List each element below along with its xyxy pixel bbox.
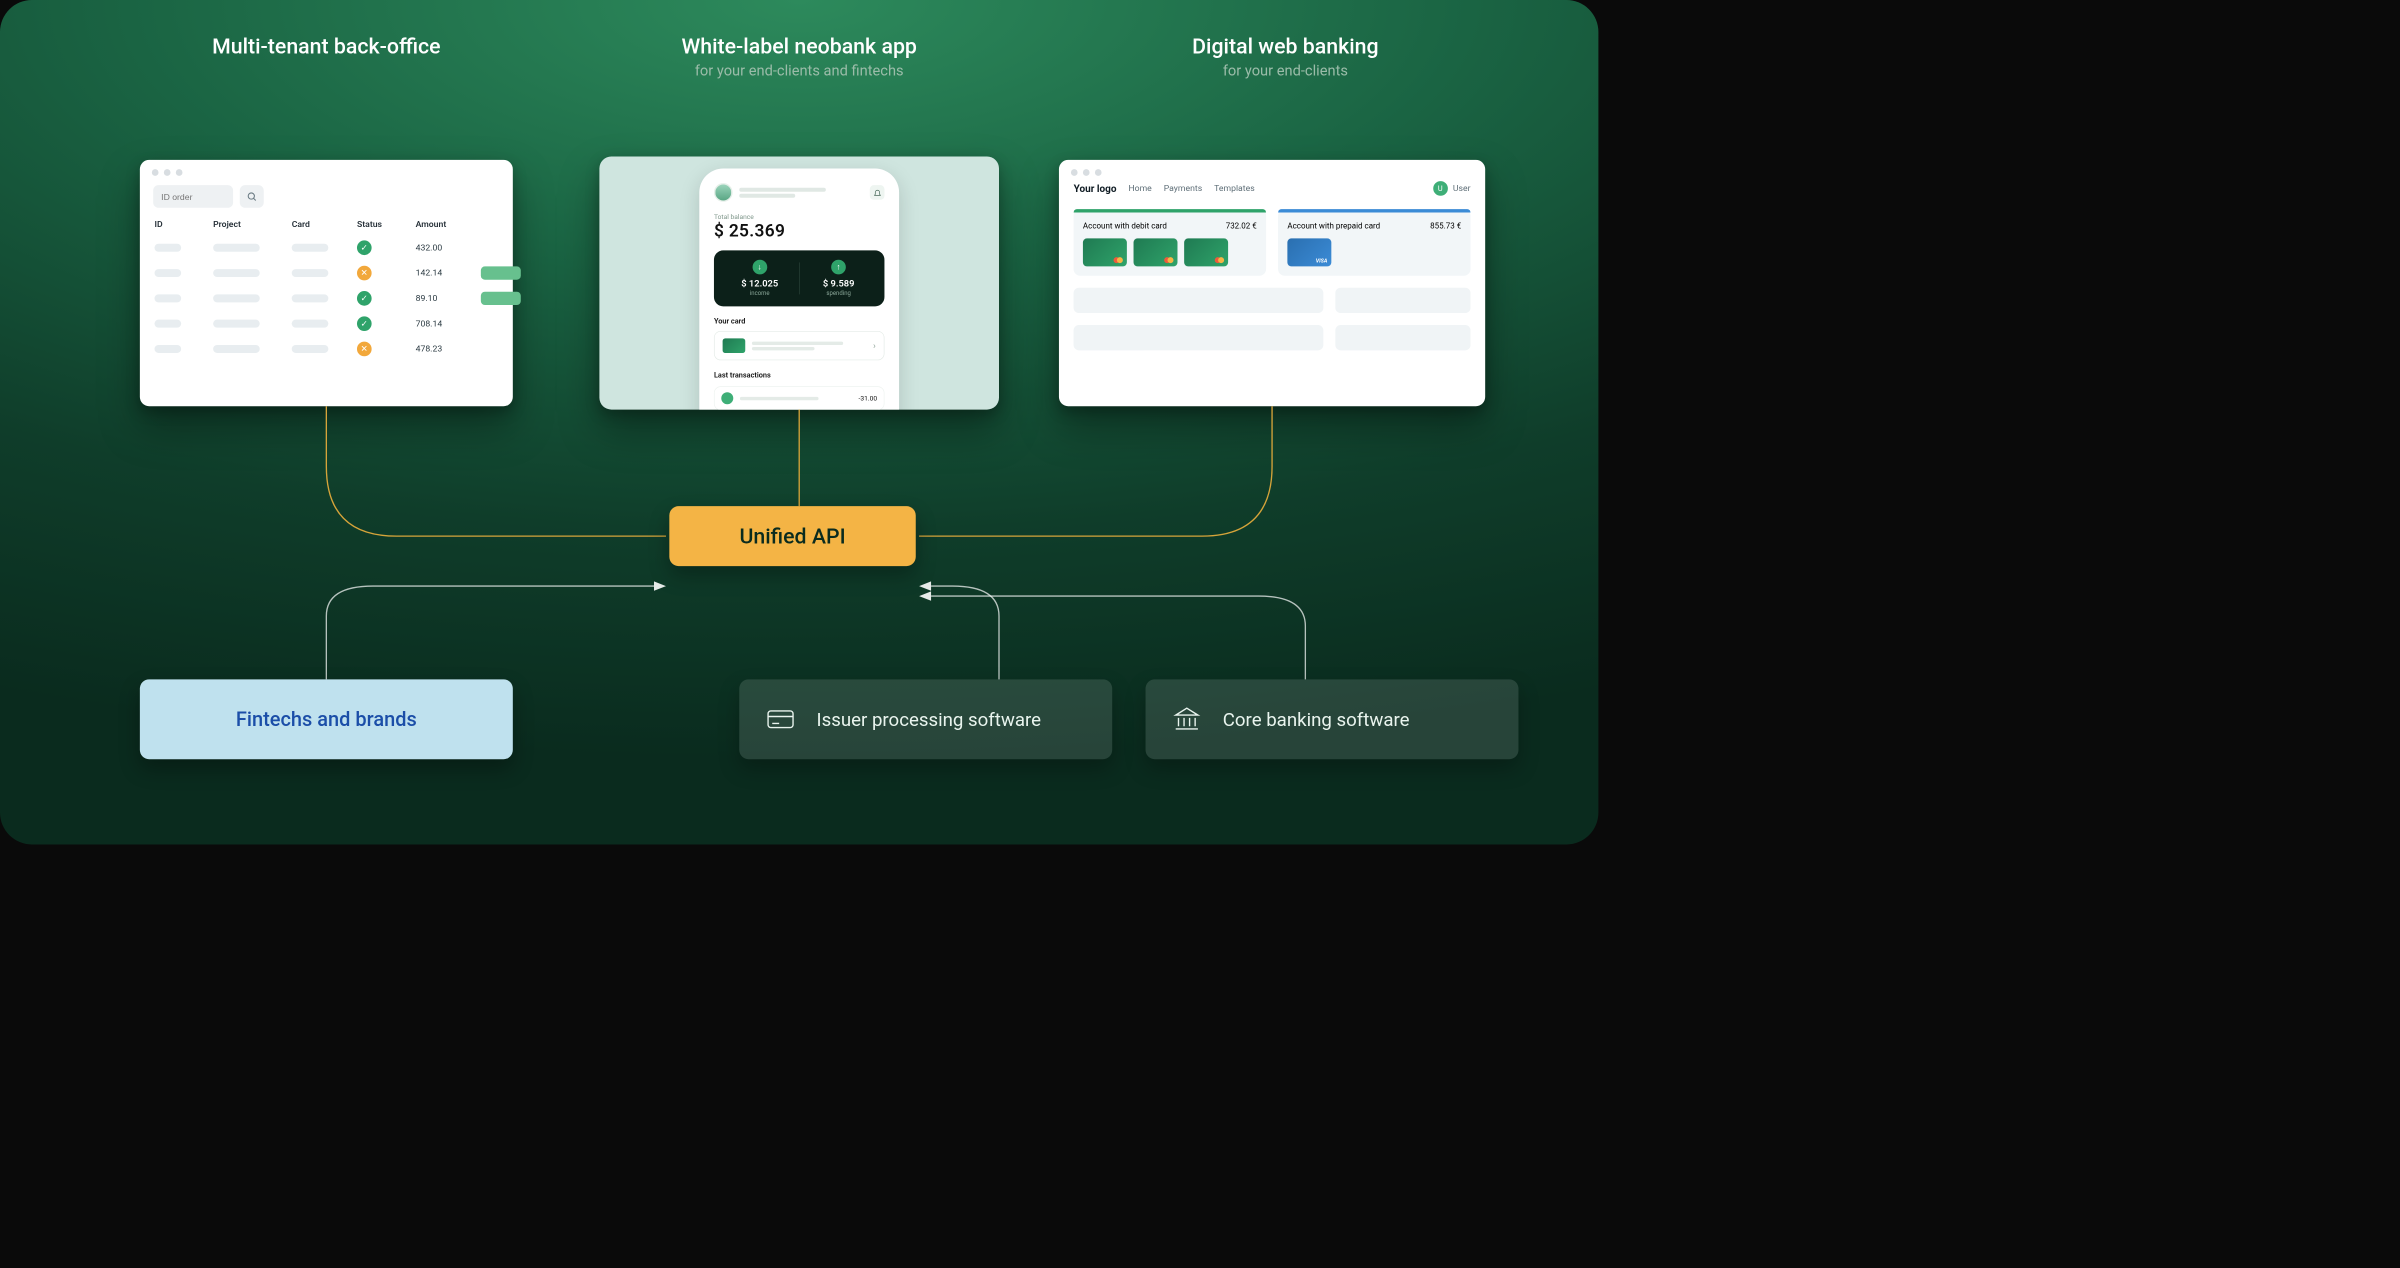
table-row[interactable]: ✕ 478.23: [140, 336, 513, 361]
check-icon: ✓: [357, 291, 372, 306]
th-amount: Amount: [416, 220, 476, 230]
heading-webbank-sub: for your end-clients: [1086, 63, 1486, 80]
issuer-node: Issuer processing software: [739, 679, 1112, 759]
nav-payments[interactable]: Payments: [1164, 183, 1202, 193]
search-input[interactable]: [153, 185, 233, 208]
chevron-right-icon: ›: [873, 340, 876, 351]
architecture-diagram: Multi-tenant back-office White-label neo…: [0, 0, 1598, 844]
income-spending-card: ↓ $ 12.025 income ↑ $ 9.589 spending: [714, 250, 884, 306]
account-prepaid[interactable]: Account with prepaid card 855.73 € VISA: [1278, 209, 1470, 276]
account-debit-title: Account with debit card: [1083, 221, 1167, 230]
check-icon: ✓: [357, 316, 372, 331]
income-value: $ 12.025: [721, 278, 799, 289]
search-button[interactable]: [240, 185, 264, 208]
heading-neobank: White-label neobank app for your end-cli…: [583, 33, 1016, 79]
table-row[interactable]: ✓ 432.00: [140, 235, 513, 260]
core-banking-node: Core banking software: [1146, 679, 1519, 759]
card-thumb: [1184, 238, 1228, 266]
heading-neobank-sub: for your end-clients and fintechs: [583, 63, 1016, 80]
spending-label: spending: [800, 290, 878, 297]
heading-webbank-title: Digital web banking: [1086, 33, 1486, 58]
fintechs-label: Fintechs and brands: [236, 708, 417, 731]
core-label: Core banking software: [1223, 708, 1410, 730]
phone-mockup: Total balance $ 25.369 ↓ $ 12.025 income…: [699, 168, 899, 409]
user-avatar: U: [1433, 181, 1448, 196]
issuer-label: Issuer processing software: [817, 708, 1042, 730]
heading-backoffice-title: Multi-tenant back-office: [140, 33, 513, 58]
arrow-down-icon: ↓: [752, 260, 767, 275]
th-id: ID: [155, 220, 208, 230]
neobank-panel: Total balance $ 25.369 ↓ $ 12.025 income…: [599, 157, 999, 410]
spending-value: $ 9.589: [800, 278, 878, 289]
last-tx-label: Last transactions: [714, 371, 884, 380]
bell-icon: [873, 188, 882, 197]
table-row[interactable]: ✓ 708.14: [140, 311, 513, 336]
action-pill[interactable]: [481, 266, 521, 279]
account-prepaid-amount: 855.73 €: [1430, 221, 1461, 230]
amount-cell: 142.14: [416, 268, 476, 278]
card-thumb: VISA: [1287, 238, 1331, 266]
table-row[interactable]: ✓ 89.10: [140, 286, 513, 311]
card-thumb: [1134, 238, 1178, 266]
th-project: Project: [213, 220, 286, 230]
search-icon: [246, 191, 257, 202]
balance-label: Total balance: [714, 214, 884, 221]
unified-api-label: Unified API: [739, 523, 845, 548]
nav-templates[interactable]: Templates: [1214, 183, 1255, 193]
arrow-up-icon: ↑: [831, 260, 846, 275]
user-name: User: [1453, 183, 1471, 193]
merchant-icon: [721, 392, 733, 404]
x-icon: ✕: [357, 266, 372, 281]
notifications-button[interactable]: [870, 185, 885, 200]
window-controls: [140, 160, 513, 181]
account-debit[interactable]: Account with debit card 732.02 €: [1074, 209, 1266, 276]
balance-value: $ 25.369: [714, 221, 884, 241]
x-icon: ✕: [357, 342, 372, 357]
avatar[interactable]: [714, 183, 733, 202]
action-pill[interactable]: [481, 292, 521, 305]
transaction-row[interactable]: -31.00: [714, 386, 884, 409]
bank-icon: [1168, 701, 1205, 738]
fintechs-node: Fintechs and brands: [140, 679, 513, 759]
amount-cell: 708.14: [416, 319, 476, 329]
card-thumb: [1083, 238, 1127, 266]
card-icon: [762, 701, 799, 738]
backoffice-window: ID Project Card Status Amount ✓ 432.00 ✕ 14…: [140, 160, 513, 406]
account-prepaid-title: Account with prepaid card: [1287, 221, 1380, 230]
heading-neobank-title: White-label neobank app: [583, 33, 1016, 58]
account-debit-amount: 732.02 €: [1226, 221, 1257, 230]
card-selector[interactable]: ›: [714, 331, 884, 360]
th-status: Status: [357, 220, 410, 230]
amount-cell: 478.23: [416, 344, 476, 354]
card-thumb: [723, 338, 746, 353]
user-menu[interactable]: U User: [1433, 181, 1471, 196]
income-label: income: [721, 290, 799, 297]
check-icon: ✓: [357, 240, 372, 255]
brand-logo: Your logo: [1074, 182, 1117, 194]
amount-cell: 89.10: [416, 293, 476, 303]
webbank-window: Your logo Home Payments Templates U User…: [1059, 160, 1485, 406]
heading-backoffice: Multi-tenant back-office: [140, 33, 513, 58]
nav-home[interactable]: Home: [1128, 183, 1151, 193]
your-card-label: Your card: [714, 317, 884, 326]
unified-api-node: Unified API: [669, 506, 915, 566]
table-row[interactable]: ✕ 142.14: [140, 260, 513, 285]
amount-cell: 432.00: [416, 243, 476, 253]
window-controls: [1059, 160, 1485, 181]
th-card: Card: [292, 220, 352, 230]
heading-webbank: Digital web banking for your end-clients: [1086, 33, 1486, 79]
tx-amount: -31.00: [859, 395, 878, 402]
table-header: ID Project Card Status Amount: [140, 214, 513, 235]
